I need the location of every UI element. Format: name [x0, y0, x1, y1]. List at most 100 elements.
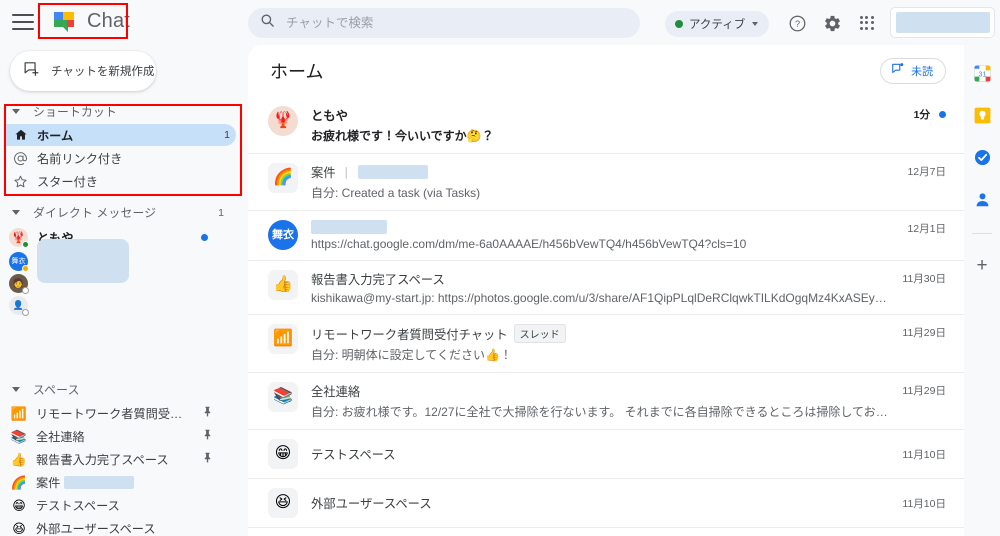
dm-section-count: 1	[218, 206, 224, 219]
caret-down-icon	[12, 109, 20, 114]
dm-item-2[interactable]: 舞衣	[4, 239, 236, 283]
avatar: 舞衣	[9, 251, 29, 272]
right-side-panel: 31 +	[964, 45, 1000, 536]
gear-icon[interactable]	[820, 11, 844, 35]
list-item-title: 外部ユーザースペース	[311, 497, 432, 511]
unread-dot-icon	[939, 111, 946, 118]
rail-divider	[972, 233, 992, 234]
list-item-meta: 1分	[914, 106, 946, 122]
presence-indicator	[22, 286, 29, 294]
space-item-label: リモートワーク者質問受…	[36, 407, 183, 421]
space-item-label: 報告書入力完了スペース	[36, 453, 169, 467]
list-item-meta: 11月10日	[902, 446, 946, 462]
brand[interactable]: Chat	[44, 4, 140, 40]
list-item[interactable]: 🌈 案件 | 自分: Created a task (via Tasks) 12…	[248, 154, 964, 211]
list-item-time: 11月29日	[902, 385, 946, 397]
search-input[interactable]	[286, 16, 628, 30]
shortcuts-section-header[interactable]: ショートカット	[0, 100, 246, 123]
hamburger-icon[interactable]	[12, 13, 34, 30]
list-item-title: ともや	[311, 109, 348, 123]
list-item-body: 案件 | 自分: Created a task (via Tasks)	[311, 163, 895, 201]
list-item[interactable]: 👍 報告書入力完了スペース kishikawa@my-start.jp: htt…	[248, 261, 964, 315]
plus-icon[interactable]: +	[976, 256, 987, 275]
list-item-title-row: リモートワーク者質問受付チャット スレッド	[311, 324, 890, 343]
title-redacted-block	[311, 220, 387, 234]
status-dot-icon	[675, 20, 683, 28]
space-emoji-icon: 😁	[12, 497, 26, 513]
sidebar-item-mentions[interactable]: 名前リンク付き	[4, 147, 236, 169]
new-chat-button[interactable]: チャットを新規作成	[10, 51, 156, 91]
google-calendar-icon[interactable]: 31	[972, 63, 992, 83]
list-item-preview: https://chat.google.com/dm/me-6a0AAAAE/h…	[311, 237, 747, 251]
title-separator: |	[344, 165, 348, 179]
avatar: 🦞	[268, 106, 298, 136]
space-emoji-icon: 📶	[10, 405, 28, 421]
caret-down-icon	[12, 387, 20, 392]
sidebar-item-home-label: ホーム	[37, 129, 74, 143]
account-avatar[interactable]	[890, 7, 995, 38]
space-item-test[interactable]: 😁 テストスペース	[4, 494, 236, 516]
dm-redacted-block	[37, 239, 129, 283]
space-item-label: 外部ユーザースペース	[36, 522, 156, 536]
list-item[interactable]: 😁 テストスペース 11月10日	[248, 430, 964, 479]
space-item-label: 案件	[36, 476, 61, 490]
list-item[interactable]: 📶 リモートワーク者質問受付チャット スレッド 自分: 明朝体に設定してください…	[248, 315, 964, 373]
status-chip[interactable]: アクティブ	[665, 11, 770, 37]
space-item-report-done[interactable]: 👍 報告書入力完了スペース	[4, 448, 236, 470]
sidebar-item-starred[interactable]: スター付き	[4, 170, 236, 192]
star-icon	[12, 174, 29, 189]
list-item-time: 11月10日	[902, 498, 946, 510]
google-contacts-icon[interactable]	[972, 189, 992, 209]
space-item-anken[interactable]: 🌈 案件	[4, 471, 236, 493]
unread-filter-button[interactable]: 未読	[880, 58, 946, 84]
dm-section-title: ダイレクト メッセージ	[33, 206, 157, 220]
avatar: 🧑	[9, 273, 29, 294]
avatar: 👤	[9, 295, 29, 316]
thread-badge: スレッド	[513, 324, 566, 343]
space-item-company-notice[interactable]: 📚 全社連絡	[4, 425, 236, 447]
main-panel: ホーム 未読 🦞 ともや お疲れ様です！今いいですか🤔？ 1分 🌈 案件 | 自…	[248, 45, 964, 536]
new-chat-icon	[23, 60, 40, 82]
list-item-body: https://chat.google.com/dm/me-6a0AAAAE/h…	[311, 220, 895, 251]
shortcuts-section-title: ショートカット	[33, 105, 117, 119]
list-item[interactable]: 😆 外部ユーザースペース 11月10日	[248, 479, 964, 528]
unread-chat-icon	[891, 62, 905, 81]
google-tasks-icon[interactable]	[972, 147, 992, 167]
google-keep-icon[interactable]	[972, 105, 992, 125]
unread-filter-label: 未読	[911, 66, 933, 78]
app-root: Chat アクティブ ?	[0, 0, 1000, 536]
spaces-section-title: スペース	[33, 383, 80, 397]
space-item-label: テストスペース	[36, 499, 120, 513]
presence-indicator	[22, 264, 29, 272]
dm-section-header[interactable]: ダイレクト メッセージ 1	[0, 201, 246, 224]
sidebar-item-home[interactable]: ホーム 1	[4, 124, 236, 146]
list-item-body: 報告書入力完了スペース kishikawa@my-start.jp: https…	[311, 270, 890, 305]
list-item-body: テストスペース	[311, 445, 890, 463]
sidebar-item-starred-label: スター付き	[37, 175, 98, 189]
space-redacted-block	[64, 475, 135, 489]
list-item-preview: 自分: 明朝体に設定してください👍！	[311, 348, 512, 362]
conversation-list: 🦞 ともや お疲れ様です！今いいですか🤔？ 1分 🌈 案件 | 自分: Crea…	[248, 97, 964, 528]
list-item[interactable]: 📚 全社連絡 自分: お疲れ様です。12/27に全社で大掃除を行ないます。 それ…	[248, 373, 964, 430]
dm-item-4[interactable]: 👤	[4, 294, 236, 316]
list-item[interactable]: 舞衣 https://chat.google.com/dm/me-6a0AAAA…	[248, 211, 964, 261]
spaces-section-header[interactable]: スペース	[0, 378, 246, 401]
space-item-label: 全社連絡	[36, 430, 85, 444]
help-circle-icon[interactable]: ?	[785, 11, 809, 35]
main-header: ホーム 未読	[248, 45, 964, 97]
avatar: 😆	[268, 488, 298, 518]
svg-text:31: 31	[978, 70, 986, 78]
list-item-body: 外部ユーザースペース	[311, 494, 890, 512]
page-title: ホーム	[270, 62, 324, 82]
list-item[interactable]: 🦞 ともや お疲れ様です！今いいですか🤔？ 1分	[248, 97, 964, 154]
space-item-external[interactable]: 😆 外部ユーザースペース	[4, 517, 236, 536]
search-bar[interactable]	[248, 8, 640, 38]
title-redacted-block	[357, 165, 428, 179]
space-emoji-icon: 👍	[10, 451, 28, 467]
list-item-time: 11月30日	[902, 273, 946, 285]
avatar: 📚	[268, 382, 298, 412]
presence-indicator	[22, 240, 29, 248]
space-item-remote-work[interactable]: 📶 リモートワーク者質問受…	[4, 402, 236, 424]
apps-grid-icon[interactable]	[855, 11, 879, 35]
list-item-time: 1分	[913, 109, 930, 121]
